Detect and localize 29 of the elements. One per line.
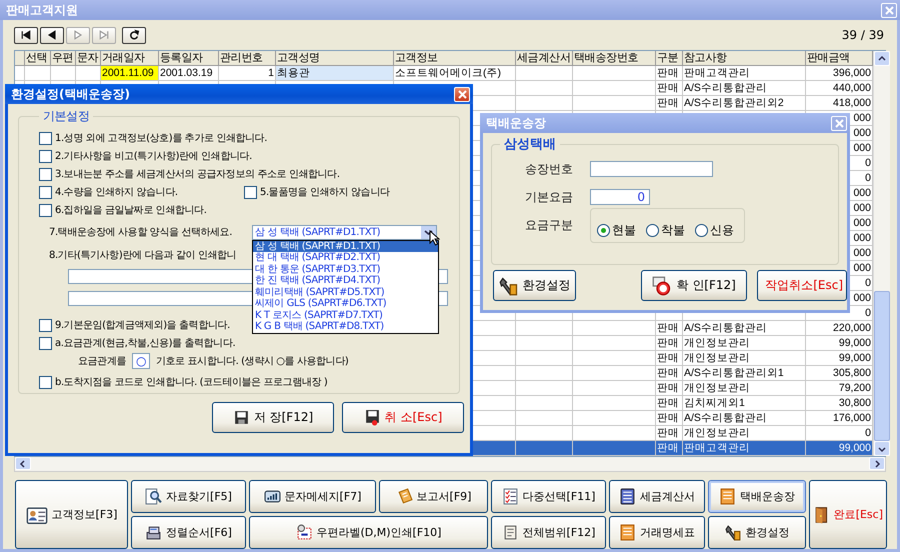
option-label: 요금관계를 (78, 355, 126, 368)
option-label: 4.수량을 인쇄하지 않습니다. (55, 186, 178, 199)
table-cell: 2001.11.09 (101, 66, 159, 81)
record-counter: 39 / 39 (842, 28, 884, 42)
option-label: b.도착지점을 코드로 인쇄합니다. (코드테이블은 프로그램내장 ) (55, 376, 328, 389)
group-title: 기본설정 (42, 108, 90, 125)
dialog-title: 환경설정(택배운송장) (11, 86, 131, 102)
table-cell: 판매고객관리 (683, 441, 806, 456)
field-label: 요금구분 (525, 216, 574, 234)
option-label: 8.기타(특기사항)란에 다음과 같이 인쇄합니 (49, 249, 236, 262)
field-label: 송장번호 (525, 160, 574, 178)
radio-label: 신용 (710, 222, 734, 238)
table-cell: 판매 (656, 441, 683, 456)
group-title: 삼성택배 (503, 136, 557, 153)
option-label: 2.기타사항을 비고(특기사항)란에 인쇄합니다. (55, 150, 252, 163)
window-title: 판매고객지원 (6, 2, 79, 18)
dialog-title: 택배운송장 (486, 114, 547, 132)
table-cell: 최용관 (276, 66, 394, 81)
option-label: 7.택배운송장에 사용할 양식을 선택하세요. (49, 226, 234, 239)
option-label: 9.기본운임(합계금액제외)을 출력합니다. (55, 319, 230, 332)
option-label: 6.집하일을 금일날짜로 인쇄합니다. (55, 204, 206, 217)
field-label: 기본요금 (525, 188, 574, 206)
option-label: 1.성명 외에 고객정보(상호)를 추가로 인쇄합니다. (55, 132, 268, 145)
option-label: 3.보내는분 주소를 세금계산서의 공급자정보의 주소로 인쇄합니다. (55, 168, 340, 181)
option-label: 5.물품명을 인쇄하지 않습니다 (260, 186, 390, 199)
radio-label: 현불 (612, 222, 636, 238)
option-label: a.요금관계(현금,착불,신용)를 출력합니다. (55, 337, 236, 350)
option-label: 기호로 표시합니다. (생략시 ○를 사용합니다) (156, 355, 348, 368)
radio-label: 착불 (661, 222, 685, 238)
